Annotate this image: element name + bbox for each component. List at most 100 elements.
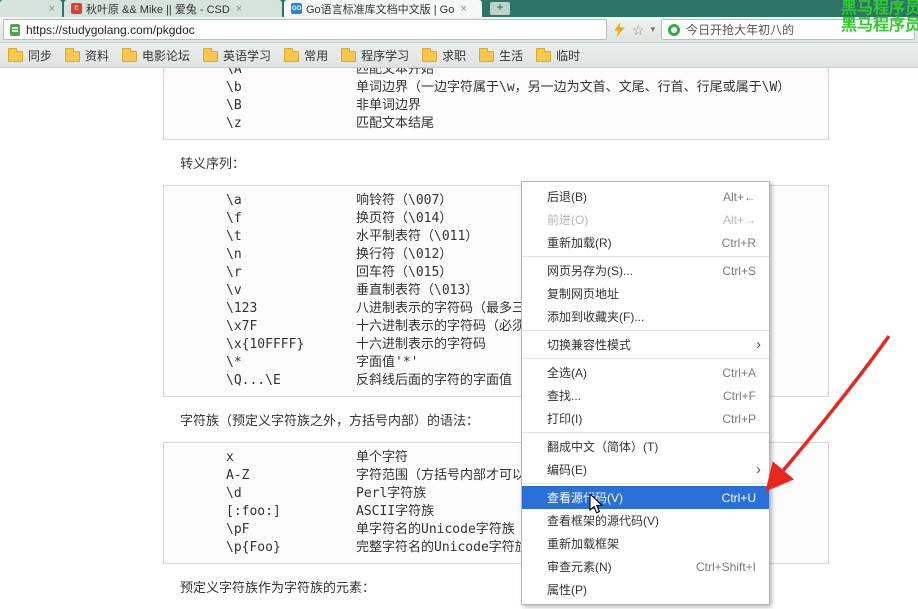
code-token: \n [226,247,242,262]
code-token: \d [226,486,242,501]
code-token: \B [226,98,242,113]
bookmark-folder[interactable]: 英语学习 [203,47,271,64]
code-token: \z [226,116,242,131]
menu-separator [522,358,769,359]
code-row: \A 匹配文本开始 [226,68,828,79]
menu-item-back[interactable]: 后退(B) Alt+← [522,185,769,208]
code-token: \f [226,211,242,226]
code-desc: 单词边界（一边字符属于\w，另一边为文首、文尾、行首、行尾或属于\W） [356,80,791,95]
new-tab-button[interactable]: + [490,1,510,15]
folder-icon [284,47,300,62]
code-token: \123 [226,301,258,316]
lightning-icon[interactable] [613,22,626,37]
bookmark-folder[interactable]: 求职 [422,47,466,64]
url-text: https://studygolang.com/pkgdoc [26,22,195,37]
tab-partial[interactable]: × [0,0,62,17]
bookmark-folder[interactable]: 常用 [284,47,328,64]
code-token: \pF [226,522,250,537]
code-desc: 非单词边界 [356,98,422,113]
bookmark-folder[interactable]: 临时 [536,47,580,64]
code-token: A-Z [226,468,250,483]
tab-csdn[interactable]: C 秋叶原 && Mike || 爱兔 - CSD × [64,0,282,17]
bookmark-folder[interactable]: 电影论坛 [122,47,190,64]
tab-godoc-active[interactable]: GO Go语言标准库文档中文版 | Go × [284,0,482,17]
code-row: \z 匹配文本结尾 [226,115,828,133]
bookmark-folder[interactable]: 生活 [479,47,523,64]
bookmark-label: 生活 [499,48,524,63]
menu-separator [522,330,769,331]
url-input[interactable]: https://studygolang.com/pkgdoc [3,19,607,40]
tab-close-icon[interactable]: × [460,3,466,15]
bookmark-label: 英语学习 [223,48,272,63]
menu-item-find[interactable]: 查找... Ctrl+F [522,384,769,407]
tab-bar: × C 秋叶原 && Mike || 爱兔 - CSD × GO Go语言标准库… [0,0,918,17]
code-token: \x7F [226,319,258,334]
menu-item-view-frame-source[interactable]: 查看框架的源代码(V) [522,509,769,532]
bookmark-label: 求职 [442,48,467,63]
context-menu: 后退(B) Alt+← 前进(O) Alt+→ 重新加载(R) Ctrl+R 网… [521,181,770,605]
code-desc: 匹配文本结尾 [356,116,435,131]
tab-close-icon[interactable]: × [49,3,55,15]
page-content: \A 匹配文本开始 \b 单词边界（一边字符属于\w，另一边为文首、文尾、行首、… [0,68,918,609]
tab-title: 秋叶原 && Mike || 爱兔 - CSD [86,3,230,16]
menu-item-save-page-as[interactable]: 网页另存为(S)... Ctrl+S [522,259,769,282]
tab-close-icon[interactable]: × [236,3,242,15]
menu-separator [522,256,769,257]
code-token: \x{10FFFF} [226,337,305,352]
site-security-icon[interactable] [10,23,20,36]
menu-item-encoding[interactable]: 编码(E) › [522,458,769,481]
menu-item-copy-page-url[interactable]: 复制网页地址 [522,282,769,305]
bookmark-star-icon[interactable]: ☆ [632,23,645,37]
code-token: \v [226,283,242,298]
code-box-anchors: \A 匹配文本开始 \b 单词边界（一边字符属于\w，另一边为文首、文尾、行首、… [163,68,829,140]
bookmark-folder[interactable]: 资料 [65,47,109,64]
tab-title: Go语言标准库文档中文版 | Go [306,3,455,16]
csdn-favicon-icon: C [71,3,82,14]
menu-item-view-source[interactable]: 查看源代码(V) Ctrl+U [522,486,769,509]
code-token: \Q...\E [226,373,281,388]
menu-item-select-all[interactable]: 全选(A) Ctrl+A [522,361,769,384]
folder-icon [8,47,23,62]
folder-icon [122,47,138,62]
go-favicon-icon: GO [291,3,302,14]
folder-icon [479,47,495,62]
folder-icon [341,47,357,62]
bookmark-label: 常用 [304,48,329,63]
bookmarks-bar: 同步 资料 电影论坛 英语学习 常用 程序学习 求职 生活 临时 [0,43,918,68]
search-hot-text: 今日开抢大年初八的 [686,23,795,37]
bookmark-folder[interactable]: 同步 [8,47,52,64]
code-token: x [226,450,234,465]
code-token: \b [226,80,242,95]
folder-icon [536,47,552,62]
search-engine-icon [668,23,681,36]
bookmark-label: 同步 [28,48,53,63]
address-bar: https://studygolang.com/pkgdoc ☆ ▾ 今日开抢大… [0,17,918,43]
heading-escape-sequences: 转义序列： [180,156,246,171]
bookmark-label: 程序学习 [361,48,410,63]
bookmark-label: 资料 [85,48,110,63]
bookmark-label: 电影论坛 [142,48,191,63]
menu-separator [522,483,769,484]
bookmark-label: 临时 [556,48,581,63]
menu-item-reload-frame[interactable]: 重新加载框架 [522,532,769,555]
menu-item-print[interactable]: 打印(I) Ctrl+P [522,407,769,430]
menu-item-reload[interactable]: 重新加载(R) Ctrl+R [522,231,769,254]
code-token: \t [226,229,242,244]
menu-separator [522,432,769,433]
menu-item-toggle-compat-mode[interactable]: 切换兼容性模式 › [522,333,769,356]
menu-item-forward[interactable]: 前进(O) Alt+→ [522,208,769,231]
menu-item-properties[interactable]: 属性(P) [522,578,769,601]
code-token: \a [226,193,242,208]
chevron-down-icon[interactable]: ▾ [651,24,656,35]
submenu-arrow-icon: › [756,336,761,353]
code-token: \A [226,68,242,77]
menu-item-translate-chinese[interactable]: 翻成中文（简体）(T) [522,435,769,458]
folder-icon [422,47,438,62]
search-input[interactable]: 今日开抢大年初八的 [661,19,915,40]
menu-item-inspect-element[interactable]: 审查元素(N) Ctrl+Shift+I [522,555,769,578]
menu-item-add-to-favorites[interactable]: 添加到收藏夹(F)... [522,305,769,328]
code-token: \r [226,265,242,280]
code-token: \* [226,355,242,370]
bookmark-folder[interactable]: 程序学习 [341,47,409,64]
code-row: \B 非单词边界 [226,97,828,115]
